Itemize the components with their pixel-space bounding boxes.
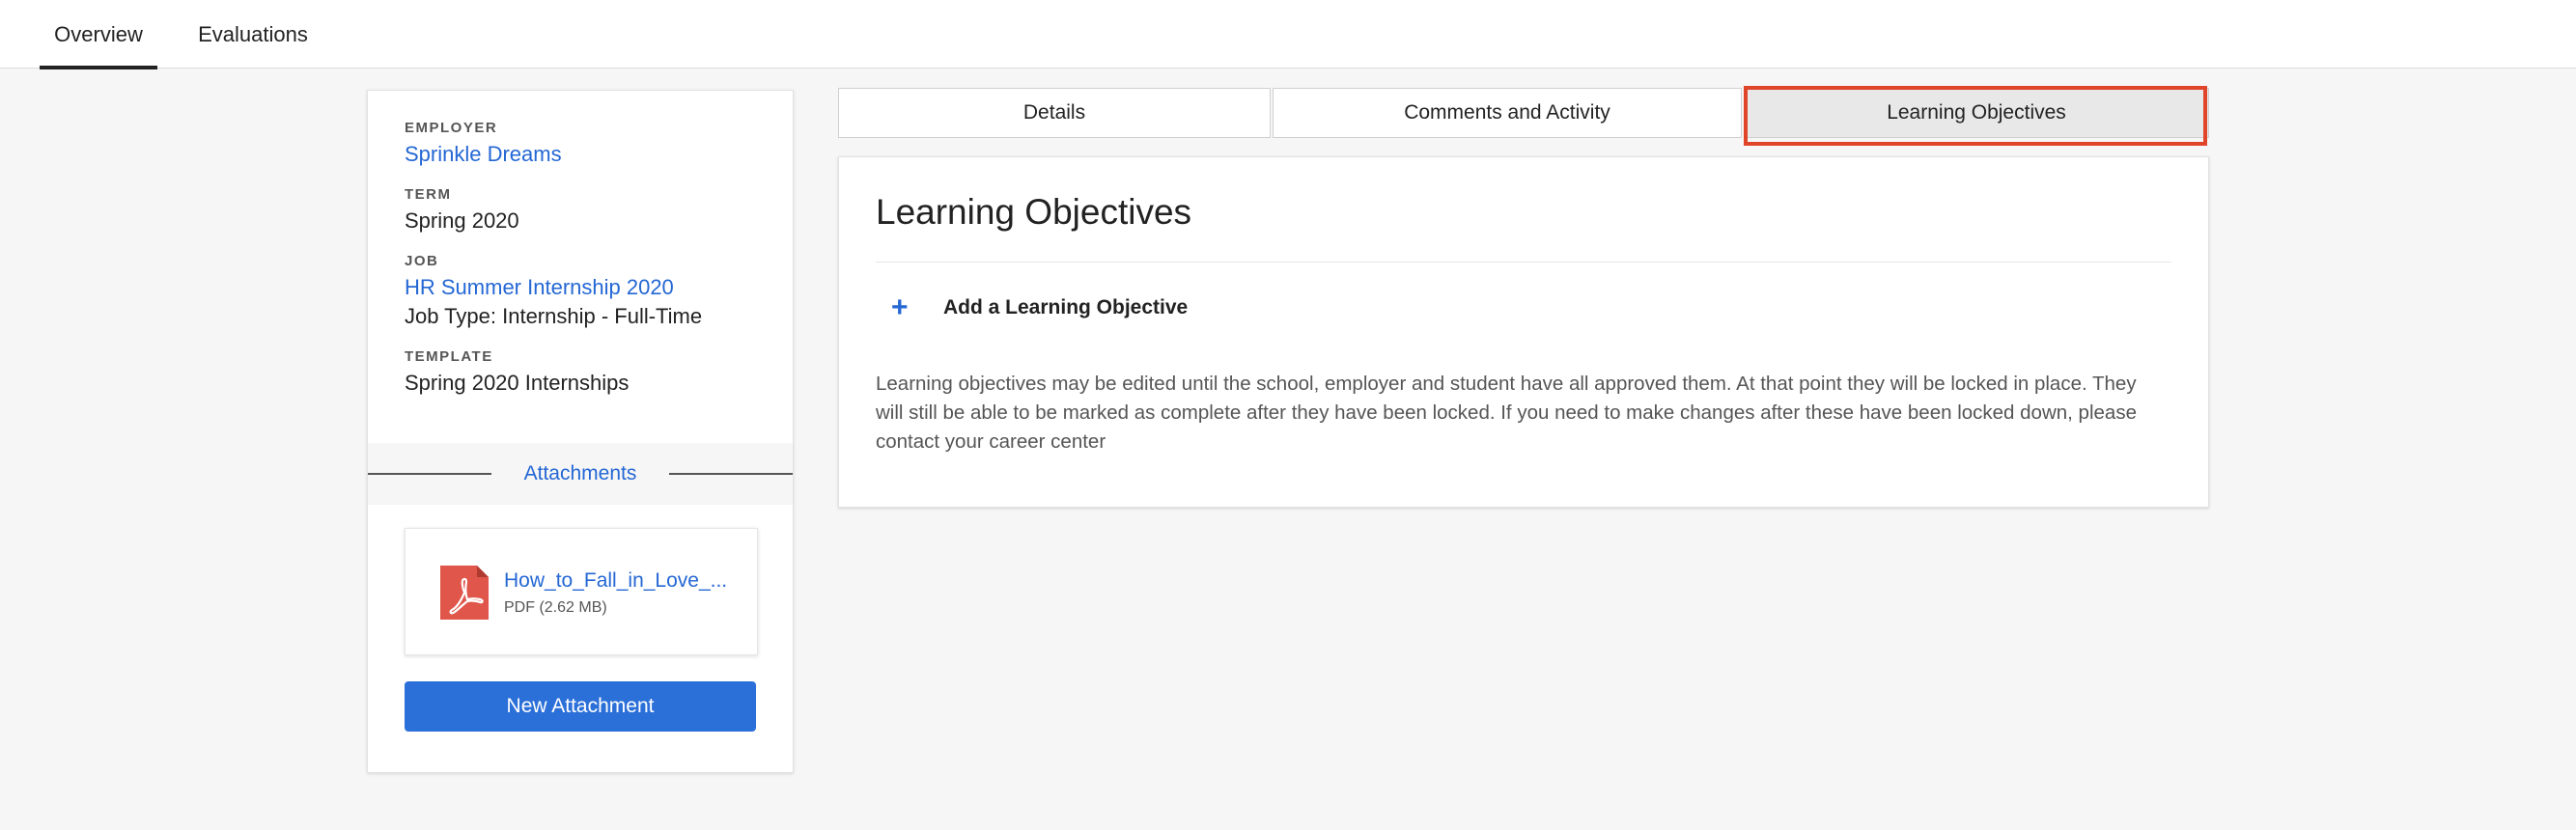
job-type: Job Type: Internship - Full-Time: [405, 304, 703, 328]
template-group: TEMPLATE Spring 2020 Internships: [405, 348, 762, 396]
employer-link[interactable]: Sprinkle Dreams: [405, 142, 762, 167]
top-navigation: Overview Evaluations: [0, 0, 2576, 69]
attachment-card[interactable]: How_to_Fall_in_Love_... PDF (2.62 MB): [405, 528, 758, 655]
tab-learning-objectives[interactable]: Learning Objectives: [1744, 88, 2209, 138]
template-value: Spring 2020 Internships: [405, 371, 630, 395]
job-link[interactable]: HR Summer Internship 2020: [405, 275, 762, 300]
attachments-list: How_to_Fall_in_Love_... PDF (2.62 MB) Ne…: [368, 505, 793, 772]
heading-rule-left: [368, 473, 491, 475]
job-label: JOB: [405, 253, 439, 269]
placement-summary-card: EMPLOYER Sprinkle Dreams TERM Spring 202…: [367, 90, 794, 773]
section-tabs: Details Comments and Activity Learning O…: [838, 88, 2209, 138]
term-label: TERM: [405, 186, 452, 203]
title-divider: [876, 262, 2171, 263]
attachment-file-name[interactable]: How_to_Fall_in_Love_...: [504, 569, 745, 593]
employer-group: EMPLOYER Sprinkle Dreams: [405, 120, 762, 167]
learning-objectives-panel: Learning Objectives + Add a Learning Obj…: [838, 156, 2209, 508]
add-learning-objective-label: Add a Learning Objective: [943, 296, 1189, 318]
summary-info: EMPLOYER Sprinkle Dreams TERM Spring 202…: [405, 120, 762, 415]
new-attachment-button[interactable]: New Attachment: [405, 681, 756, 732]
job-group: JOB HR Summer Internship 2020 Job Type: …: [405, 253, 762, 329]
add-learning-objective-button[interactable]: + Add a Learning Objective: [891, 289, 1188, 327]
attachment-file-meta: PDF (2.62 MB): [504, 599, 607, 616]
tab-details[interactable]: Details: [838, 88, 1271, 138]
tab-evaluations[interactable]: Evaluations: [183, 0, 322, 69]
tab-comments-and-activity[interactable]: Comments and Activity: [1273, 88, 1742, 138]
employer-label: EMPLOYER: [405, 120, 498, 136]
learning-objectives-note: Learning objectives may be edited until …: [876, 373, 2137, 453]
template-label: TEMPLATE: [405, 348, 493, 365]
term-group: TERM Spring 2020: [405, 186, 762, 234]
tab-overview[interactable]: Overview: [40, 0, 157, 69]
attachments-section: Attachments How_to_Fall_in_Love_... PDF …: [368, 443, 793, 772]
page-title: Learning Objectives: [876, 192, 1192, 232]
pdf-file-icon: [440, 566, 489, 620]
term-value: Spring 2020: [405, 208, 519, 233]
heading-rule-right: [669, 473, 793, 475]
attachments-heading: Attachments: [368, 443, 793, 505]
attachments-title: Attachments: [523, 462, 637, 484]
plus-icon: +: [891, 291, 909, 323]
